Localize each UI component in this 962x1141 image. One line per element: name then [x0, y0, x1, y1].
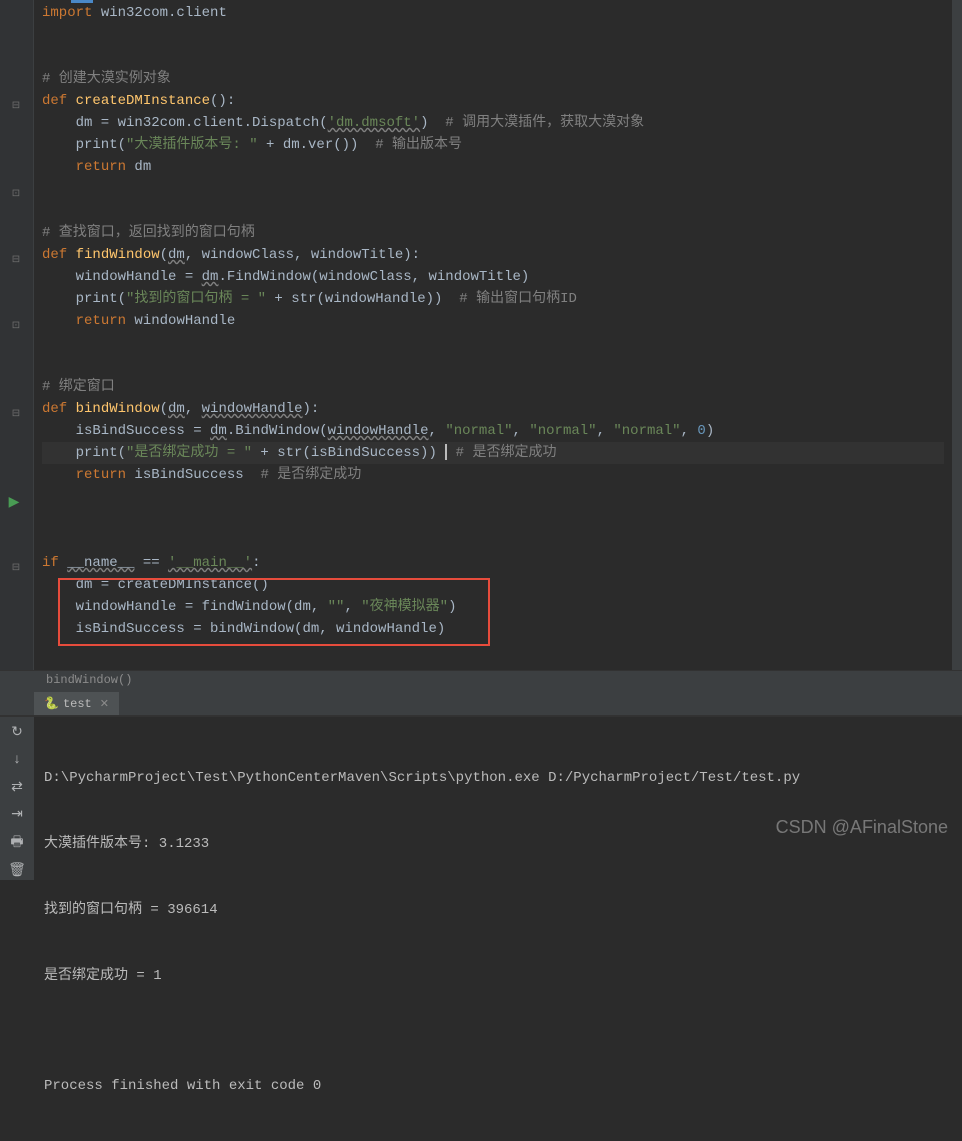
breadcrumb[interactable]: bindWindow() — [0, 670, 962, 692]
console-line: 大漠插件版本号: 3.1233 — [44, 833, 952, 855]
scroll-to-end-button[interactable]: ⇥ — [7, 805, 27, 824]
code-comment: # 绑定窗口 — [42, 379, 115, 395]
fold-icon[interactable]: ⊟ — [8, 252, 24, 268]
run-tab-test[interactable]: 🐍 test ✕ — [34, 692, 119, 715]
rerun-button[interactable]: ↻ — [7, 723, 27, 742]
stop-button[interactable]: ↓ — [7, 750, 27, 769]
highlight-box — [58, 578, 490, 646]
print-button[interactable]: 🖶 — [7, 833, 27, 853]
vertical-scrollbar[interactable] — [952, 0, 962, 670]
python-file-icon: 🐍 — [44, 696, 59, 711]
run-tab-bar: 🐍 test ✕ — [0, 692, 962, 716]
fold-end-icon[interactable]: ⊡ — [8, 186, 24, 202]
console-line: 找到的窗口句柄 = 396614 — [44, 899, 952, 921]
run-tab-spacer — [0, 692, 34, 715]
fold-end-icon[interactable]: ⊡ — [8, 318, 24, 334]
console-line: D:\PycharmProject\Test\PythonCenterMaven… — [44, 767, 952, 789]
run-gutter-icon[interactable]: ▶ — [6, 494, 22, 510]
code-editor[interactable]: ⊟ ⊡ ⊟ ⊡ ⊟ ▶ ⊟ import win32com.client # 创… — [0, 0, 962, 670]
close-tab-icon[interactable]: ✕ — [100, 697, 109, 711]
code-content[interactable]: import win32com.client # 创建大漠实例对象 def cr… — [34, 0, 952, 670]
fold-icon[interactable]: ⊟ — [8, 560, 24, 576]
fold-icon[interactable]: ⊟ — [8, 98, 24, 114]
toggle-softwrap-button[interactable]: ⇄ — [7, 778, 27, 797]
fold-icon[interactable]: ⊟ — [8, 406, 24, 422]
code-comment: # 查找窗口，返回找到的窗口句柄 — [42, 225, 255, 241]
console-line: Process finished with exit code 0 — [44, 1075, 952, 1097]
run-panel: ↻ ↓ ⇄ ⇥ 🖶 🗑 D:\PycharmProject\Test\Pytho… — [0, 716, 962, 880]
editor-gutter: ⊟ ⊡ ⊟ ⊡ ⊟ ▶ ⊟ — [0, 0, 34, 670]
code-comment: # 创建大漠实例对象 — [42, 71, 171, 87]
clear-button[interactable]: 🗑 — [7, 861, 27, 880]
console-line: 是否绑定成功 = 1 — [44, 965, 952, 987]
